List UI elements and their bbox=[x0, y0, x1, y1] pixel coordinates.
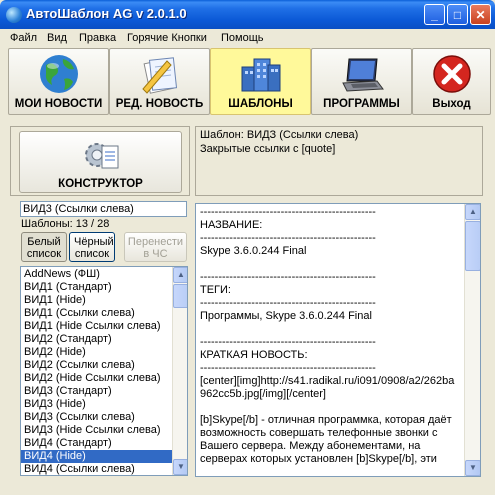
preview-line: [center][img]http://s41.radikal.ru/i091/… bbox=[200, 375, 455, 387]
preview-line: ----------------------------------------… bbox=[200, 206, 376, 218]
template-info-desc: Закрытые ссылки с [quote] bbox=[200, 143, 336, 155]
scroll-down-icon[interactable]: ▼ bbox=[465, 460, 480, 476]
tool-my-news-label: МОИ НОВОСТИ bbox=[14, 98, 103, 110]
preview-line: КРАТКАЯ НОВОСТЬ: bbox=[200, 349, 308, 361]
list-item[interactable]: ВИД2 (Hide) bbox=[21, 346, 174, 359]
constructor-label: КОНСТРУКТОР bbox=[58, 178, 143, 190]
building-icon bbox=[241, 58, 280, 92]
tool-exit-label: Выход bbox=[432, 98, 471, 110]
laptop-icon bbox=[341, 58, 384, 92]
list-item[interactable]: ВИД2 (Стандарт) bbox=[21, 333, 174, 346]
list-item[interactable]: ВИД2 (Hide Ссылки слева) bbox=[21, 372, 174, 385]
move-to-cs-label: Перенести в ЧС bbox=[127, 236, 184, 260]
constructor-panel: КОНСТРУКТОР bbox=[10, 126, 190, 196]
preview-scroll-thumb[interactable] bbox=[465, 221, 480, 271]
preview-line: НАЗВАНИЕ: bbox=[200, 219, 263, 231]
black-list-button[interactable]: Чёрный список bbox=[69, 232, 115, 262]
preview-line: Программы, Skype 3.6.0.244 Final bbox=[200, 310, 372, 322]
template-name-field[interactable]: ВИД3 (Ссылки слева) bbox=[20, 201, 187, 217]
app-icon bbox=[6, 7, 22, 23]
list-item[interactable]: ВИД1 (Hide Ссылки слева) bbox=[21, 320, 174, 333]
move-to-cs-button[interactable]: Перенести в ЧС bbox=[124, 232, 187, 262]
template-count: Шаблоны: 13 / 28 bbox=[21, 218, 110, 230]
constructor-button[interactable]: КОНСТРУКТОР bbox=[19, 131, 182, 193]
tool-my-news[interactable]: МОИ НОВОСТИ bbox=[8, 48, 109, 115]
exit-icon bbox=[432, 55, 471, 93]
tool-templates-label: ШАБЛОНЫ bbox=[228, 98, 293, 110]
preview-line: ----------------------------------------… bbox=[200, 297, 376, 309]
title-bar[interactable]: АвтоШаблон AG v 2.0.1.0 _ □ ✕ bbox=[0, 0, 495, 29]
template-list[interactable]: AddNews (ФШ) ВИД1 (Стандарт) ВИД1 (Hide) ВИ… bbox=[20, 266, 188, 476]
tool-edit-news-label: РЕД. НОВОСТЬ bbox=[115, 98, 204, 110]
tool-programs-label: ПРОГРАММЫ bbox=[323, 98, 400, 110]
template-list-scrollbar[interactable]: ▲ ▼ bbox=[172, 267, 187, 475]
list-item[interactable]: ВИД3 (Hide Ссылки слева) bbox=[21, 424, 174, 437]
tool-templates[interactable]: ШАБЛОНЫ bbox=[210, 48, 311, 115]
scroll-down-icon[interactable]: ▼ bbox=[173, 459, 187, 475]
preview-line: Skype 3.6.0.244 Final bbox=[200, 245, 307, 257]
tool-edit-news[interactable]: РЕД. НОВОСТЬ bbox=[109, 48, 210, 115]
preview-line: возможность совершать телефонные звонки … bbox=[200, 427, 438, 439]
menu-file[interactable]: Файл bbox=[10, 32, 37, 44]
close-button[interactable]: ✕ bbox=[470, 4, 491, 25]
globe-icon bbox=[39, 55, 78, 93]
preview-line: ТЕГИ: bbox=[200, 284, 231, 296]
list-item[interactable]: ВИД2 (Ссылки слева) bbox=[21, 359, 174, 372]
preview-line: серверах которых установлен [b]Skype[/b]… bbox=[200, 453, 437, 465]
list-item[interactable]: AddNews (ФШ) bbox=[21, 268, 174, 281]
template-info-panel: Шаблон: ВИДЗ (Ссылки слева) Закрытые ссы… bbox=[195, 126, 483, 196]
preview-line: ----------------------------------------… bbox=[200, 232, 376, 244]
preview-line: [b]Skype[/b] - отличная программка, кото… bbox=[200, 414, 452, 426]
list-item[interactable]: ВИД3 (Hide) bbox=[21, 398, 174, 411]
tool-programs[interactable]: ПРОГРАММЫ bbox=[311, 48, 412, 115]
preview-line: Вашего сервера. Между абонементами, на bbox=[200, 440, 421, 452]
list-item[interactable]: ВИД3 (Ссылки слева) bbox=[21, 411, 174, 424]
app-window: АвтоШаблон AG v 2.0.1.0 _ □ ✕ Файл Вид П… bbox=[0, 0, 495, 495]
preview-line: 962cc5b.jpg[/img][/center] bbox=[200, 388, 326, 400]
list-item[interactable]: ВИД1 (Стандарт) bbox=[21, 281, 174, 294]
white-list-label: Белый список bbox=[26, 236, 62, 260]
list-item[interactable]: ВИД1 (Ссылки слева) bbox=[21, 307, 174, 320]
template-name-value: ВИД3 (Ссылки слева) bbox=[23, 203, 134, 215]
maximize-button[interactable]: □ bbox=[447, 4, 468, 25]
preview-scrollbar[interactable]: ▲ ▼ bbox=[464, 204, 480, 476]
menu-hotkeys[interactable]: Горячие Кнопки bbox=[127, 32, 207, 44]
preview-line: ----------------------------------------… bbox=[200, 362, 376, 374]
preview-line: ----------------------------------------… bbox=[200, 336, 376, 348]
list-item[interactable]: ВИД4 (Ссылки слева) bbox=[21, 463, 174, 475]
window-title: АвтоШаблон AG v 2.0.1.0 bbox=[26, 6, 187, 21]
preview-line: ----------------------------------------… bbox=[200, 271, 376, 283]
template-list-scroll-thumb[interactable] bbox=[173, 284, 187, 308]
list-item[interactable]: ВИД3 (Стандарт) bbox=[21, 385, 174, 398]
gear-document-icon bbox=[85, 143, 119, 169]
scroll-up-icon[interactable]: ▲ bbox=[465, 204, 480, 220]
template-info-name: Шаблон: ВИДЗ (Ссылки слева) bbox=[200, 129, 359, 141]
menu-edit[interactable]: Правка bbox=[79, 32, 116, 44]
tool-exit[interactable]: Выход bbox=[412, 48, 491, 115]
minimize-button[interactable]: _ bbox=[424, 4, 445, 25]
menu-help[interactable]: Помощь bbox=[221, 32, 264, 44]
scroll-up-icon[interactable]: ▲ bbox=[173, 267, 187, 283]
black-list-label: Чёрный список bbox=[74, 236, 114, 260]
list-item[interactable]: ВИД4 (Hide) bbox=[21, 450, 174, 463]
preview-textarea[interactable]: ----------------------------------------… bbox=[195, 203, 481, 477]
list-item[interactable]: ВИД1 (Hide) bbox=[21, 294, 174, 307]
white-list-button[interactable]: Белый список bbox=[21, 232, 67, 262]
menu-bar: Файл Вид Правка Горячие Кнопки Помощь bbox=[4, 29, 491, 48]
edit-document-icon bbox=[141, 57, 177, 94]
menu-view[interactable]: Вид bbox=[47, 32, 67, 44]
list-item[interactable]: ВИД4 (Стандарт) bbox=[21, 437, 174, 450]
main-toolbar: МОИ НОВОСТИ РЕД. НОВОСТЬ ШАБЛОНЫ ПРОГРАМ… bbox=[4, 48, 491, 118]
